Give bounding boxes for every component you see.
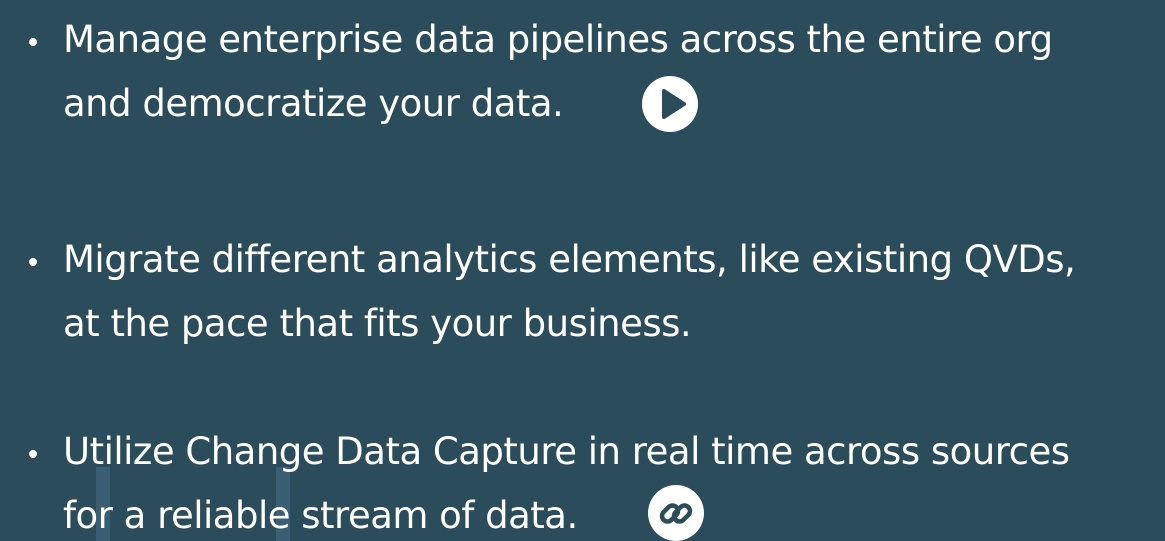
bullet-dot <box>29 258 37 266</box>
bullet-text-line2: for a reliable stream of data. <box>63 494 578 537</box>
bullet-text-line1: Manage enterprise data pipelines across … <box>63 18 1053 61</box>
bullet-text-line1: Utilize Change Data Capture in real time… <box>63 430 1070 473</box>
link-button[interactable] <box>648 485 704 541</box>
play-icon <box>662 89 686 119</box>
link-icon <box>659 503 693 524</box>
bullet-text-line2: and democratize your data. <box>63 82 564 125</box>
bullet-text-line1: Migrate different analytics elements, li… <box>63 238 1076 281</box>
play-button[interactable] <box>642 76 698 132</box>
bullet-list: Manage enterprise data pipelines across … <box>0 0 1165 541</box>
bullet-dot <box>29 450 37 458</box>
bullet-dot <box>29 38 37 46</box>
bullet-text-line2: at the pace that fits your business. <box>63 302 692 345</box>
